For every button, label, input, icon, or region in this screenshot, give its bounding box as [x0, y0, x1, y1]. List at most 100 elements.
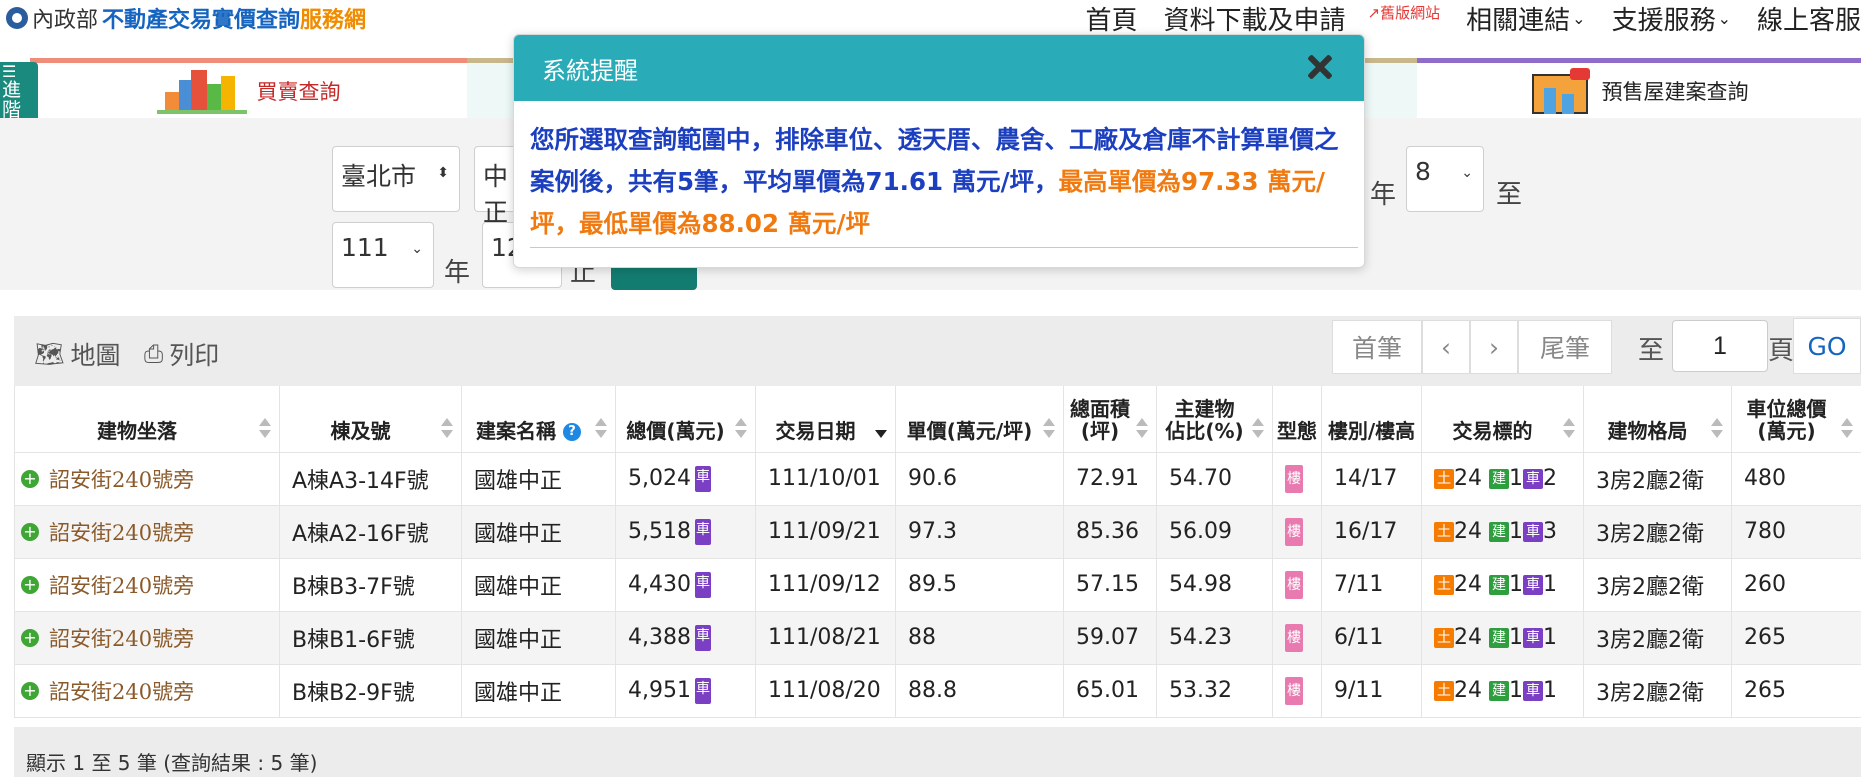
nav-old-site[interactable]: ↗舊版網站 — [1368, 2, 1441, 23]
year-end-select[interactable]: 111 ⌄ — [332, 222, 434, 288]
go-button[interactable]: GO — [1793, 318, 1861, 374]
cell-date: 111/08/21 — [755, 610, 896, 665]
cell-floor: 16/17 — [1321, 504, 1422, 559]
land-icon: 土 — [1434, 522, 1454, 542]
cell-unit: B棟B2-9F號 — [279, 663, 462, 718]
cell-unit-price: 89.5 — [895, 557, 1064, 612]
cell-area: 65.01 — [1063, 663, 1157, 718]
cell-target: 土 24 建1車1 — [1421, 663, 1584, 718]
cell-unit: A棟A3-14F號 — [279, 451, 462, 506]
parking-count: 1 — [1543, 572, 1557, 597]
col-project[interactable]: 建案名稱 ? — [461, 386, 616, 453]
city-select[interactable]: 臺北市 ⬍ — [332, 146, 460, 212]
table-row[interactable]: + 詔安街240號旁 B棟B2-9F號 國雄中正 4,951 車 111/08/20 88.8… — [14, 663, 1861, 718]
col-project-label: 建案名稱 — [476, 418, 557, 443]
col-area[interactable]: 總面積 (坪) — [1063, 386, 1157, 453]
year-end-value: 111 — [341, 233, 389, 262]
nav-support-label: 支援服務 — [1611, 5, 1716, 36]
parking-included-icon: 車 — [694, 518, 711, 545]
table-header-row: 建物坐落 棟及號 建案名稱 ? 總價(萬元) 交易日期 單價(萬元/坪) 總面積… — [14, 386, 1861, 453]
nav-support[interactable]: 支援服務 ⌄ — [1612, 0, 1731, 37]
close-icon[interactable] — [1302, 49, 1338, 85]
cell-target: 土 24 建1車2 — [1421, 451, 1584, 506]
print-button[interactable]: ⎙ 列印 — [144, 336, 219, 372]
map-button[interactable]: 🗺 地圖 — [34, 336, 120, 372]
cell-type: 樓 — [1272, 504, 1322, 559]
col-main-label: 主建物 — [1174, 396, 1235, 421]
col-unit-label: 棟及號 — [330, 418, 391, 443]
col-unit[interactable]: 棟及號 — [279, 386, 462, 453]
location-text[interactable]: 詔安街240號旁 — [49, 464, 194, 494]
sort-icon — [1563, 417, 1575, 438]
tab-buy-sell[interactable]: 買賣查詢 — [30, 58, 467, 118]
expand-plus-icon[interactable]: + — [21, 522, 39, 541]
building-icon: 建 — [1489, 522, 1509, 542]
page-number-input[interactable] — [1672, 320, 1768, 372]
next-page-button[interactable]: › — [1470, 320, 1518, 374]
location-text[interactable]: 詔安街240號旁 — [49, 623, 194, 653]
chevron-down-icon: ⌄ — [1461, 165, 1473, 181]
result-count-text: 顯示 1 至 5 筆 (查詢結果 : 5 筆) — [26, 751, 318, 775]
cell-unit-price: 97.3 — [895, 504, 1064, 559]
building-icon: 建 — [1489, 681, 1509, 701]
cell-total-price: 4,430 車 — [615, 557, 756, 612]
advanced-conditions-toggle[interactable]: ☰ 進階條件 — [0, 62, 38, 122]
cell-location: + 詔安街240號旁 — [14, 557, 280, 612]
expand-plus-icon[interactable]: + — [21, 469, 39, 488]
expand-plus-icon[interactable]: + — [21, 628, 39, 647]
cell-parking: 260 — [1731, 557, 1861, 612]
help-icon[interactable]: ? — [562, 423, 581, 441]
cell-main-ratio: 54.98 — [1156, 557, 1273, 612]
nav-home[interactable]: 首頁 — [1086, 0, 1138, 37]
col-main-ratio[interactable]: 主建物 佔比(%) — [1156, 386, 1273, 453]
cell-project: 國雄中正 — [461, 557, 616, 612]
col-unit-price[interactable]: 單價(萬元/坪) — [895, 386, 1064, 453]
district-select-value: 中正 — [483, 162, 509, 227]
first-page-button[interactable]: 首筆 — [1332, 320, 1422, 374]
land-count: 24 — [1454, 466, 1482, 491]
col-layout[interactable]: 建物格局 — [1583, 386, 1732, 453]
cell-unit: A棟A2-16F號 — [279, 504, 462, 559]
location-text[interactable]: 詔安街240號旁 — [49, 517, 194, 547]
col-location[interactable]: 建物坐落 — [14, 386, 280, 453]
col-target[interactable]: 交易標的 — [1421, 386, 1584, 453]
cell-layout: 3房2廳2衛 — [1583, 504, 1732, 559]
col-parking[interactable]: 車位總價 (萬元) — [1731, 386, 1861, 453]
building-type-icon: 樓 — [1285, 517, 1303, 546]
building-type-icon: 樓 — [1285, 676, 1303, 705]
sort-icon — [735, 417, 747, 438]
nav-download[interactable]: 資料下載及申請 — [1164, 0, 1346, 37]
col-date[interactable]: 交易日期 — [755, 386, 896, 453]
table-row[interactable]: + 詔安街240號旁 B棟B3-7F號 國雄中正 4,430 車 111/09/12 89.5… — [14, 557, 1861, 612]
parking-icon: 車 — [1523, 575, 1543, 595]
cell-location: + 詔安街240號旁 — [14, 610, 280, 665]
tab-presale[interactable]: 預售屋建案查詢 — [1417, 58, 1861, 118]
cell-layout: 3房2廳2衛 — [1583, 451, 1732, 506]
cell-date: 111/09/12 — [755, 557, 896, 612]
table-row[interactable]: + 詔安街240號旁 A棟A3-14F號 國雄中正 5,024 車 111/10/01 90.… — [14, 451, 1861, 506]
cell-type: 樓 — [1272, 610, 1322, 665]
nav-links[interactable]: 相關連結 ⌄ — [1466, 0, 1585, 37]
nav-online-service[interactable]: 線上客服 — [1757, 0, 1861, 37]
expand-plus-icon[interactable]: + — [21, 575, 39, 594]
location-text[interactable]: 詔安街240號旁 — [49, 570, 194, 600]
cell-unit-price: 90.6 — [895, 451, 1064, 506]
location-cell: + 詔安街240號旁 — [21, 517, 267, 547]
cell-main-ratio: 54.23 — [1156, 610, 1273, 665]
cell-area: 57.15 — [1063, 557, 1157, 612]
table-row[interactable]: + 詔安街240號旁 B棟B1-6F號 國雄中正 4,388 車 111/08/21 88 59… — [14, 610, 1861, 665]
site-logo[interactable]: 內政部 不動產交易實價查詢 服務網 — [6, 4, 366, 33]
expand-plus-icon[interactable]: + — [21, 681, 39, 700]
last-page-button[interactable]: 尾筆 — [1518, 320, 1612, 374]
cell-total-price: 5,024 車 — [615, 451, 756, 506]
parking-icon: 車 — [1523, 522, 1543, 542]
table-row[interactable]: + 詔安街240號旁 A棟A2-16F號 國雄中正 5,518 車 111/09/21 97.… — [14, 504, 1861, 559]
col-area-label: 總面積 — [1070, 396, 1130, 421]
building-count: 1 — [1509, 572, 1523, 597]
cell-location: + 詔安街240號旁 — [14, 663, 280, 718]
col-total-price[interactable]: 總價(萬元) — [615, 386, 756, 453]
prev-page-button[interactable]: ‹ — [1422, 320, 1470, 374]
cell-area: 72.91 — [1063, 451, 1157, 506]
location-text[interactable]: 詔安街240號旁 — [49, 676, 194, 706]
month-start-select[interactable]: 8 ⌄ — [1406, 146, 1484, 212]
